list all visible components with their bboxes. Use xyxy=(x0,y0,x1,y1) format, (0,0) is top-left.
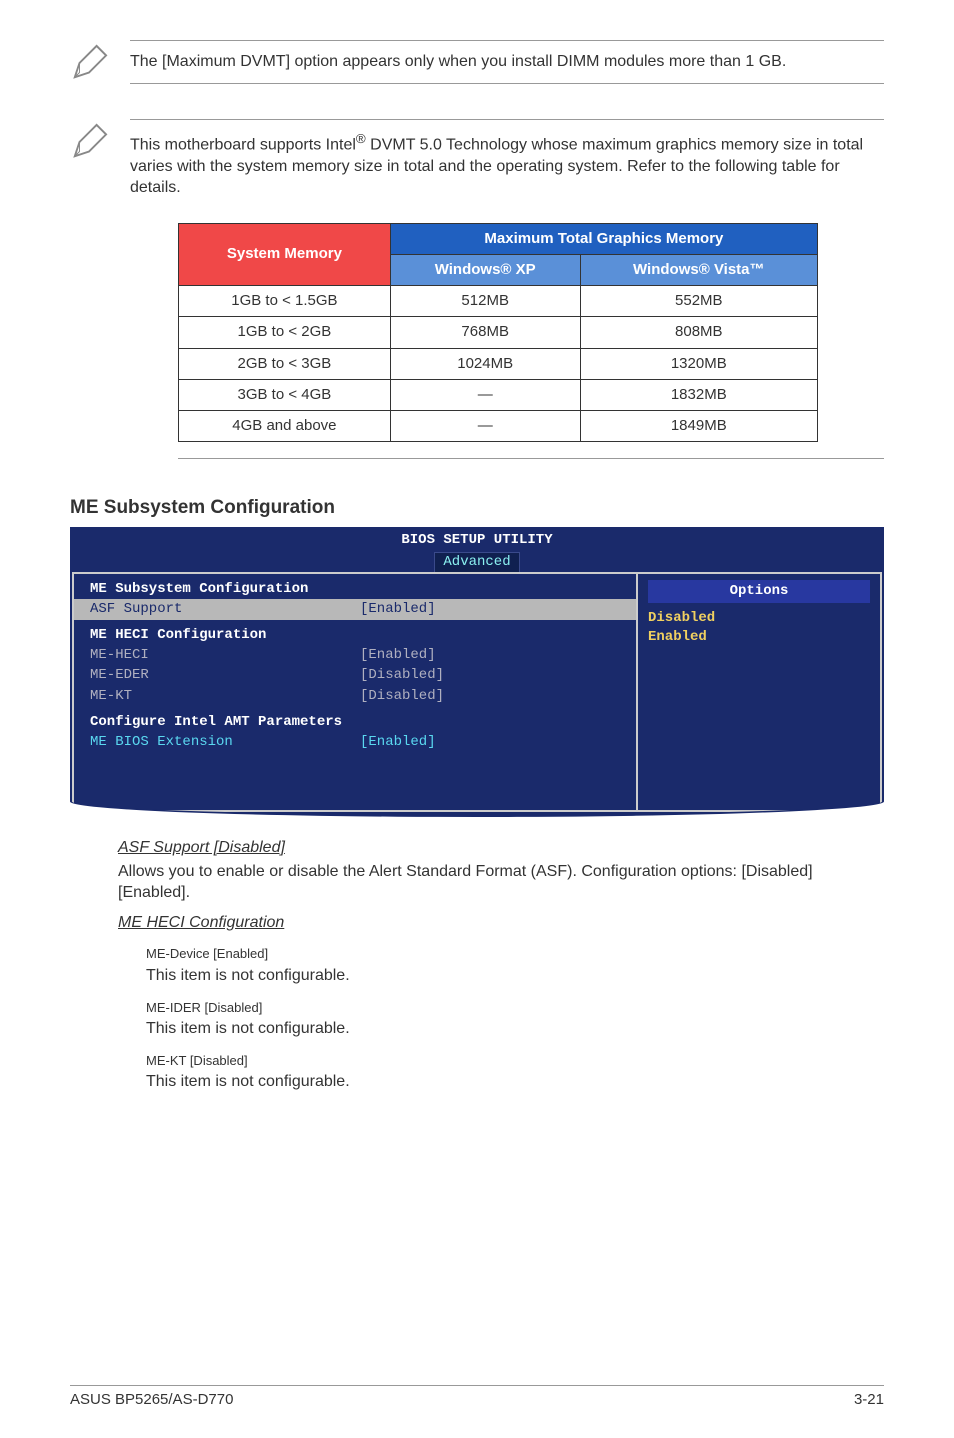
bios-title: BIOS SETUP UTILITY xyxy=(72,529,882,552)
footer-left: ASUS BP5265/AS-D770 xyxy=(70,1390,233,1410)
note-1-text: The [Maximum DVMT] option appears only w… xyxy=(130,40,884,84)
me-kt-desc: This item is not configurable. xyxy=(146,1071,884,1093)
note-2-text: This motherboard supports Intel® DVMT 5.… xyxy=(130,119,884,209)
me-device-label: ME-Device [Enabled] xyxy=(146,945,884,963)
table-row: 1GB to < 2GB768MB808MB xyxy=(179,317,818,348)
bios-tabs: Advanced xyxy=(72,552,882,572)
me-device-desc: This item is not configurable. xyxy=(146,965,884,987)
th-max-graphics: Maximum Total Graphics Memory xyxy=(390,223,817,254)
asf-label: ASF Support xyxy=(90,600,360,619)
option-enabled[interactable]: Enabled xyxy=(648,628,870,647)
body-text: ASF Support [Disabled] Allows you to ena… xyxy=(70,837,884,1093)
table-row: 4GB and above—1849MB xyxy=(179,411,818,442)
me-ider-label: ME-IDER [Disabled] xyxy=(146,999,884,1017)
me-ider-desc: This item is not configurable. xyxy=(146,1018,884,1040)
bios-row-me-eder[interactable]: ME-EDER[Disabled] xyxy=(90,665,620,686)
options-header: Options xyxy=(648,580,870,603)
asf-support-desc: Allows you to enable or disable the Aler… xyxy=(118,861,884,904)
memory-table: System Memory Maximum Total Graphics Mem… xyxy=(178,223,818,443)
section-heading: ME Subsystem Configuration xyxy=(70,495,884,521)
footer-right: 3-21 xyxy=(854,1390,884,1410)
bios-row-asf-support[interactable]: ASF Support [Enabled] xyxy=(74,599,636,620)
table-row: 3GB to < 4GB—1832MB xyxy=(179,379,818,410)
table-row: 2GB to < 3GB1024MB1320MB xyxy=(179,348,818,379)
bios-row-me-bios-ext[interactable]: ME BIOS Extension[Enabled] xyxy=(90,732,620,753)
bios-panel: BIOS SETUP UTILITY Advanced ME Subsystem… xyxy=(70,527,884,817)
bios-right-pane: Options Disabled Enabled xyxy=(636,572,882,812)
memory-table-wrapper: System Memory Maximum Total Graphics Mem… xyxy=(178,223,884,460)
pencil-icon xyxy=(70,40,130,89)
bios-subheader: ME Subsystem Configuration xyxy=(90,580,620,599)
th-windows-xp: Windows® XP xyxy=(390,254,580,285)
bios-row-me-heci[interactable]: ME-HECI[Enabled] xyxy=(90,645,620,666)
page-footer: ASUS BP5265/AS-D770 3-21 xyxy=(70,1385,884,1410)
me-heci-heading: ME HECI Configuration xyxy=(118,912,884,934)
table-row: 1GB to < 1.5GB512MB552MB xyxy=(179,286,818,317)
asf-value: [Enabled] xyxy=(360,600,436,619)
note-block-2: This motherboard supports Intel® DVMT 5.… xyxy=(70,119,884,209)
th-windows-vista: Windows® Vista™ xyxy=(580,254,817,285)
bios-row-me-kt[interactable]: ME-KT[Disabled] xyxy=(90,686,620,707)
me-kt-label: ME-KT [Disabled] xyxy=(146,1052,884,1070)
pencil-icon xyxy=(70,119,130,168)
th-system-memory: System Memory xyxy=(179,223,391,286)
configure-intel-amt: Configure Intel AMT Parameters xyxy=(90,713,620,732)
note-block-1: The [Maximum DVMT] option appears only w… xyxy=(70,40,884,89)
heci-config-header: ME HECI Configuration xyxy=(90,626,620,645)
option-disabled[interactable]: Disabled xyxy=(648,609,870,628)
bios-left-pane: ME Subsystem Configuration ASF Support [… xyxy=(72,572,636,812)
bios-tab-advanced[interactable]: Advanced xyxy=(434,552,519,572)
asf-support-heading: ASF Support [Disabled] xyxy=(118,837,884,859)
